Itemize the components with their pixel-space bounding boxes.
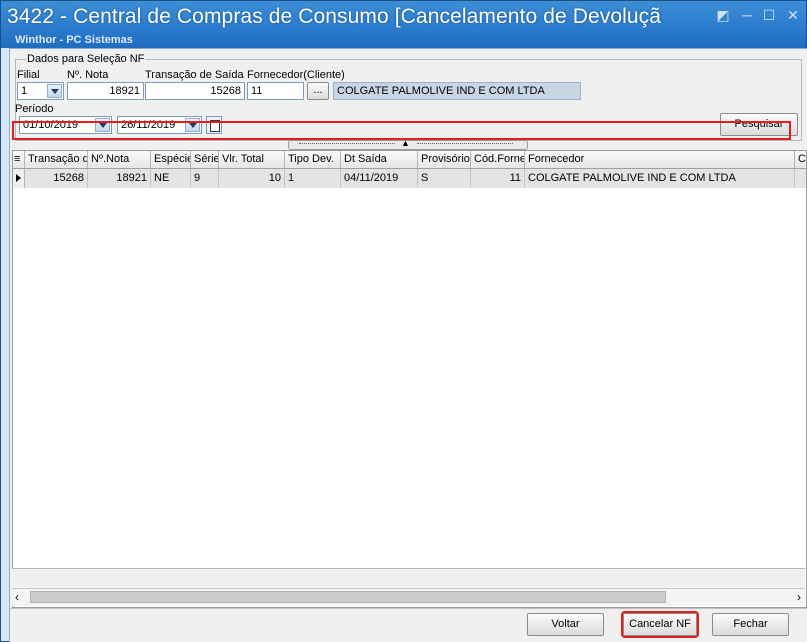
- cell-provisorio: S: [418, 169, 471, 188]
- close-button[interactable]: ✕: [783, 7, 803, 23]
- transacao-input[interactable]: 15268: [145, 82, 245, 100]
- col-vlr-total[interactable]: Vlr. Total: [219, 151, 285, 168]
- transacao-label: Transação de Saída: [145, 69, 244, 81]
- filial-select[interactable]: 1: [17, 82, 64, 100]
- filial-value: 1: [21, 85, 28, 97]
- cell-dt-saida: 04/11/2019: [341, 169, 418, 188]
- filter-group-title: Dados para Seleção NF: [26, 53, 146, 65]
- cell-transacao: 15268: [25, 169, 88, 188]
- col-transacao[interactable]: Transação d: [25, 151, 88, 168]
- splitter-grip-left: [299, 143, 395, 147]
- scrollbar-thumb[interactable]: [30, 591, 666, 603]
- fornecedor-label: Fornecedor(Cliente): [247, 69, 345, 81]
- splitter-grip-right: [417, 143, 513, 147]
- row-indicator-icon: [13, 169, 25, 188]
- window-subtitle: Winthor - PC Sistemas: [15, 34, 133, 46]
- col-c[interactable]: C: [795, 151, 806, 168]
- horizontal-scrollbar[interactable]: ‹ ›: [12, 588, 805, 606]
- title-bar[interactable]: 3422 - Central de Compras de Consumo [Ca…: [1, 1, 806, 48]
- voltar-button[interactable]: Voltar: [527, 613, 604, 636]
- fornecedor-lookup-button[interactable]: ...: [307, 82, 329, 100]
- col-cod-forne[interactable]: Cód.Forne: [471, 151, 525, 168]
- cell-serie: 9: [191, 169, 219, 188]
- col-nota[interactable]: Nº.Nota: [88, 151, 151, 168]
- periodo-label: Período: [15, 103, 54, 115]
- cell-nota: 18921: [88, 169, 151, 188]
- minimize-button[interactable]: ─: [737, 7, 757, 23]
- cell-vlr-total: 10: [219, 169, 285, 188]
- col-tipo-dev[interactable]: Tipo Dev.: [285, 151, 341, 168]
- fornecedor-name-field: COLGATE PALMOLIVE IND E COM LTDA: [333, 82, 581, 100]
- cell-fornecedor: COLGATE PALMOLIVE IND E COM LTDA: [525, 169, 795, 188]
- cell-cod-forne: 11: [471, 169, 525, 188]
- col-especie[interactable]: Espécie: [151, 151, 191, 168]
- window-title: 3422 - Central de Compras de Consumo [Ca…: [7, 5, 662, 28]
- column-menu-icon[interactable]: ≡: [13, 151, 25, 168]
- panel-splitter[interactable]: ▲: [288, 138, 528, 150]
- filial-label: Filial: [17, 69, 40, 81]
- maximize-button[interactable]: ☐: [759, 7, 779, 23]
- results-grid: ≡ Transação d Nº.Nota Espécie Série Vlr.…: [12, 150, 807, 608]
- cell-especie: NE: [151, 169, 191, 188]
- col-dt-saida[interactable]: Dt Saída: [341, 151, 418, 168]
- scroll-right-icon[interactable]: ›: [797, 589, 801, 606]
- nota-input[interactable]: 18921: [67, 82, 144, 100]
- row-highlight-box: [12, 121, 791, 140]
- bottom-action-bar: Voltar Cancelar NF Fechar: [10, 608, 807, 642]
- fechar-button[interactable]: Fechar: [712, 613, 789, 636]
- col-fornecedor[interactable]: Fornecedor: [525, 151, 795, 168]
- chevron-down-icon[interactable]: [47, 84, 62, 98]
- cell-tipo-dev: 1: [285, 169, 341, 188]
- main-window: 3422 - Central de Compras de Consumo [Ca…: [0, 0, 807, 642]
- table-row[interactable]: 15268 18921 NE 9 10 1 04/11/2019 S 11 CO…: [25, 169, 806, 188]
- fornecedor-code-input[interactable]: 11: [247, 82, 304, 100]
- grid-header: ≡ Transação d Nº.Nota Espécie Série Vlr.…: [13, 151, 806, 169]
- restore-icon[interactable]: ◩: [713, 7, 733, 23]
- cancelar-nf-button[interactable]: Cancelar NF: [621, 611, 699, 638]
- grid-footer: [12, 568, 805, 589]
- col-serie[interactable]: Série: [191, 151, 219, 168]
- col-provisorio[interactable]: Provisório: [418, 151, 471, 168]
- scroll-left-icon[interactable]: ‹: [15, 589, 19, 606]
- nota-label: Nº. Nota: [67, 69, 109, 81]
